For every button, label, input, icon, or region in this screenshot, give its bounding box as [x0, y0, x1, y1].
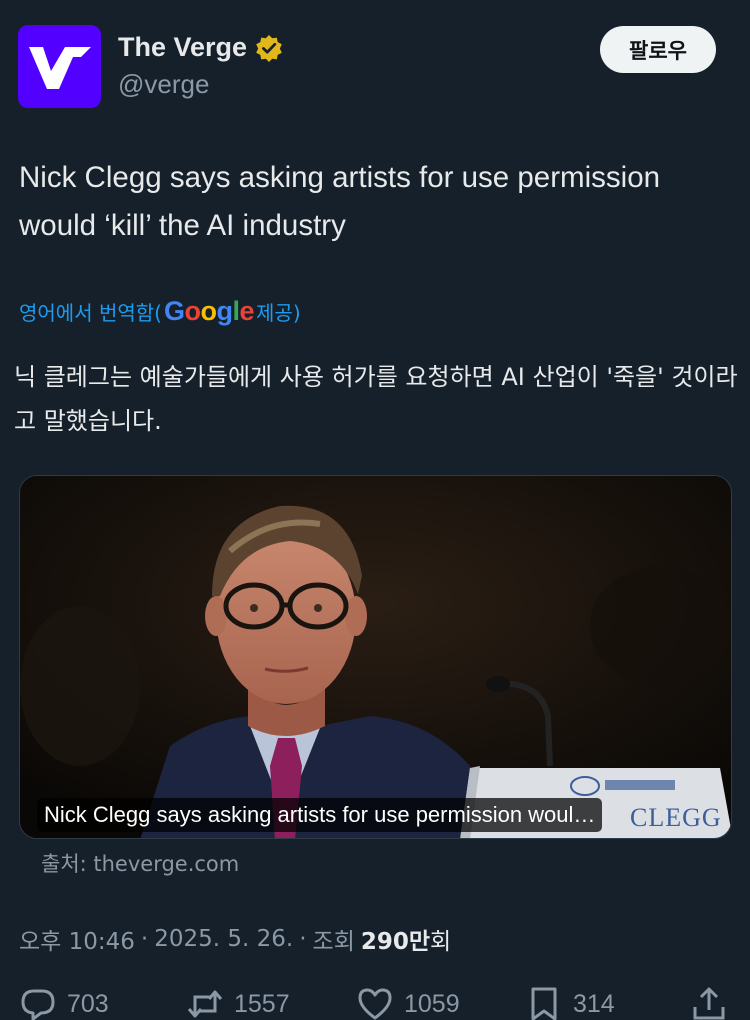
reply-icon [21, 989, 55, 1020]
tweet-meta: 오후 10:46 · 2025. 5. 26. · 조회 290만회 [19, 922, 451, 956]
views-label: 조회 [312, 929, 355, 955]
verified-badge-icon[interactable] [255, 34, 283, 62]
author-name-row[interactable]: The Verge [118, 32, 283, 63]
translation-prefix: 영어에서 번역함( [19, 301, 162, 325]
card-source[interactable]: 출처: theverge.com [41, 848, 239, 878]
author-handle[interactable]: @verge [118, 69, 209, 100]
views-unit: 회 [430, 929, 452, 955]
meta-separator: · [140, 926, 149, 952]
reply-count: 703 [67, 989, 109, 1018]
share-icon [693, 987, 725, 1020]
article-photo: CLEGG [20, 476, 731, 838]
repost-count: 1557 [234, 989, 290, 1018]
author-display-name[interactable]: The Verge [118, 32, 247, 63]
translated-text: 닉 클레그는 예술가들에게 사용 허가를 요청하면 AI 산업이 '죽을' 것이… [14, 363, 738, 435]
repost-icon [187, 990, 223, 1018]
like-count: 1059 [404, 989, 460, 1018]
link-card[interactable]: CLEGG Nick Clegg says asking artists for… [19, 475, 732, 839]
like-button[interactable]: 1059 [356, 985, 460, 1020]
translation-suffix: 제공) [256, 301, 301, 325]
verge-logo-icon [28, 46, 91, 89]
tweet-time[interactable]: 오후 10:46 [19, 922, 135, 956]
bookmark-button[interactable]: 314 [525, 985, 615, 1020]
svg-text:CLEGG: CLEGG [630, 803, 722, 832]
card-caption: Nick Clegg says asking artists for use p… [37, 798, 603, 832]
heart-icon [358, 988, 392, 1020]
tweet-detail: The Verge @verge 팔로우 Nick Clegg says ask… [0, 0, 750, 1020]
tweet-text: Nick Clegg says asking artists for use p… [19, 161, 661, 242]
repost-button[interactable]: 1557 [186, 985, 290, 1020]
meta-separator: · [299, 926, 307, 952]
avatar[interactable] [18, 25, 101, 108]
google-logo: Google [163, 296, 255, 326]
bookmark-icon [531, 987, 557, 1020]
follow-button[interactable]: 팔로우 [600, 26, 716, 73]
bookmark-count: 314 [573, 989, 615, 1018]
tweet-date[interactable]: 2025. 5. 26. [154, 926, 293, 952]
translation-attribution[interactable]: 영어에서 번역함( Google 제공) [19, 296, 301, 327]
views-count: 290만 [360, 929, 431, 955]
reply-button[interactable]: 703 [19, 985, 109, 1020]
share-button[interactable] [690, 985, 728, 1020]
